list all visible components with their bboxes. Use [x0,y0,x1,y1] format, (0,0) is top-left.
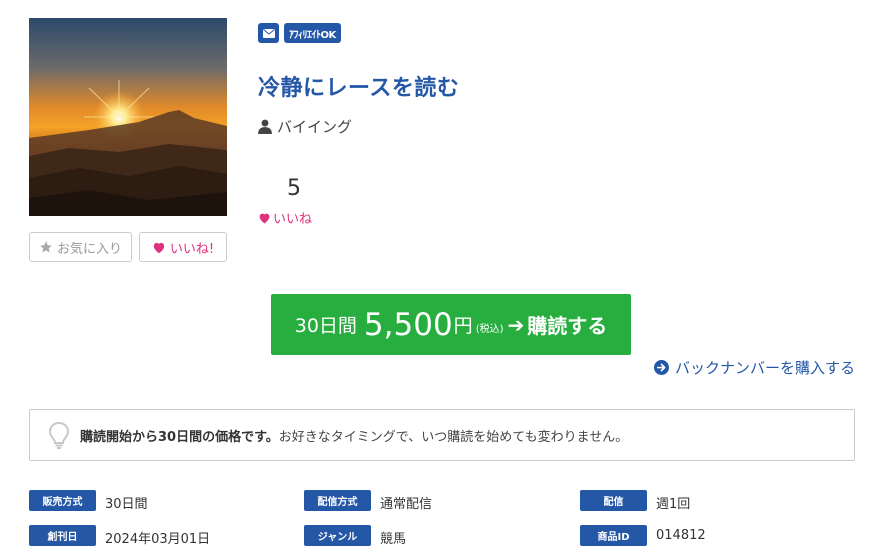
subscribe-button[interactable]: 30日間 5,500 円 (税込) ➔ 購読する [271,294,631,355]
notice-bold: 購読開始から30日間の価格です。 [80,429,279,445]
info-value-genre[interactable]: 競馬 [380,528,406,547]
subscribe-price: 5,500 [363,306,453,343]
like-button[interactable]: いいね! [139,232,227,262]
product-thumbnail[interactable] [29,18,227,216]
favorite-button[interactable]: お気に入り [29,232,132,262]
info-label-product-id: 商品ID [580,525,647,546]
star-icon [40,241,52,253]
affiliate-badge: ｱﾌｨﾘｴｲﾄOK [284,23,341,43]
info-label-launch-date: 創刊日 [29,525,96,546]
favorite-label: お気に入り [56,241,122,257]
mail-badge [258,23,279,43]
product-title[interactable]: 冷静にレースを読む [258,70,459,102]
info-value-delivery-method: 通常配信 [380,497,433,512]
user-icon [258,119,272,134]
price-notice: 購読開始から30日間の価格です。 お好きなタイミングで、いつ購読を始めても変わり… [29,409,855,461]
subscribe-tax: (税込) [475,324,504,335]
subscribe-action: 購読する [527,314,608,338]
backnumber-link[interactable]: バックナンバーを購入する [653,357,855,378]
like-label-text: いいね [273,212,313,227]
author-name: バイイング [277,118,353,136]
envelope-icon [262,28,275,38]
info-label-sales-method: 販売方式 [29,490,96,511]
arrow-circle-right-icon [653,360,669,375]
sunrise-mountain-image [29,18,227,216]
info-value-sales-method: 30日間 [105,497,148,512]
like-count-label: いいね [258,208,312,227]
info-value-delivery: 週1回 [656,497,691,512]
subscribe-yen: 円 [453,315,473,337]
info-label-delivery: 配信 [580,490,647,511]
like-count: 5 [287,176,301,201]
info-value-launch-date: 2024年03月01日 [105,532,211,547]
info-label-genre: ジャンル [304,525,371,546]
like-button-label: いいね! [169,241,215,257]
backnumber-label: バックナンバーを購入する [674,359,855,377]
arrow-right-icon: ➔ [507,312,525,337]
info-value-product-id: 014812 [656,528,706,543]
info-label-delivery-method: 配信方式 [304,490,371,511]
heart-icon [153,242,165,253]
author-link[interactable]: バイイング [258,116,352,137]
subscribe-period: 30日間 [294,315,357,337]
lightbulb-icon [48,421,70,449]
notice-text: お好きなタイミングで、いつ購読を始めても変わりません。 [278,429,629,445]
heart-icon [259,213,270,223]
